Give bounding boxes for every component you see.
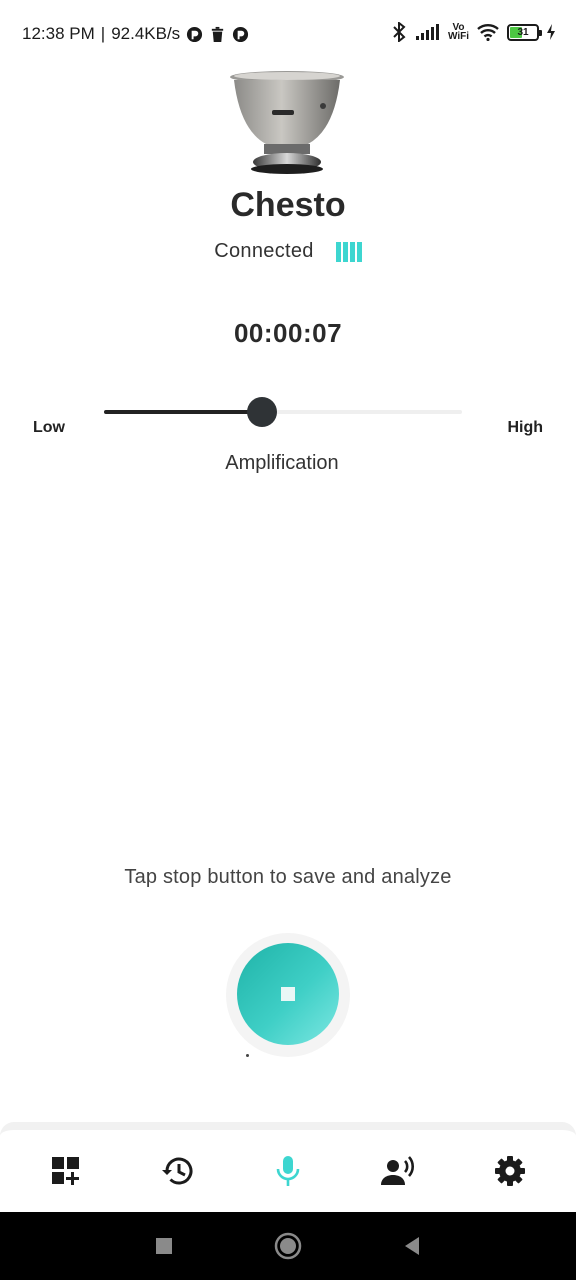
bottom-nav [0, 1122, 576, 1212]
connection-status: Connected [214, 240, 314, 262]
back-triangle-icon[interactable] [402, 1236, 422, 1256]
history-icon [161, 1157, 193, 1185]
app-notification-icon [187, 26, 203, 42]
device-battery-icon [335, 241, 362, 262]
status-bar: 12:38 PM | 92.4KB/s Vo WiFi 31 [0, 0, 576, 68]
nav-dashboard[interactable] [38, 1143, 94, 1199]
voice-user-icon [381, 1156, 415, 1185]
nav-settings[interactable] [482, 1143, 538, 1199]
amplification-slider-fill [104, 410, 262, 414]
slider-low-label: Low [33, 419, 65, 436]
status-separator: | [100, 24, 106, 43]
settings-gear-icon [495, 1156, 526, 1186]
signal-icon [415, 24, 439, 40]
wifi-icon [477, 24, 499, 41]
amplification-slider-thumb[interactable] [247, 397, 277, 427]
status-time: 12:38 PM [22, 24, 95, 43]
stop-icon [281, 987, 295, 1001]
battery-icon: 31 [507, 23, 542, 41]
slider-high-label: High [507, 419, 543, 436]
vowifi-bottom: WiFi [447, 31, 469, 42]
network-speed: 92.4KB/s [111, 24, 181, 43]
trash-icon [212, 26, 224, 42]
vowifi-indicator: Vo WiFi [447, 23, 469, 42]
nav-record[interactable] [260, 1143, 316, 1199]
home-circle-icon[interactable] [274, 1232, 302, 1260]
device-name: Chesto [230, 186, 346, 224]
nav-voice[interactable] [371, 1143, 427, 1199]
status-left: 12:38 PM | 92.4KB/s [22, 24, 249, 44]
amplification-label: Amplification [225, 452, 339, 474]
status-right: Vo WiFi 31 [390, 22, 556, 42]
system-nav-bar [0, 1212, 576, 1280]
battery-level: 31 [517, 26, 529, 38]
stop-button[interactable] [237, 943, 339, 1045]
recording-timer: 00:00:07 [233, 318, 343, 348]
connection-row: Connected [0, 240, 576, 263]
microphone-icon [276, 1156, 300, 1186]
decorative-dot [246, 1054, 249, 1057]
charging-icon [547, 24, 555, 40]
nav-history[interactable] [149, 1143, 205, 1199]
hint-text: Tap stop button to save and analyze [124, 866, 452, 888]
recents-square-icon[interactable] [154, 1236, 174, 1256]
stethoscope-chestpiece-image [230, 71, 344, 174]
app-notification-icon-2 [233, 26, 249, 42]
dashboard-add-icon [51, 1157, 79, 1185]
bluetooth-icon [393, 22, 406, 42]
